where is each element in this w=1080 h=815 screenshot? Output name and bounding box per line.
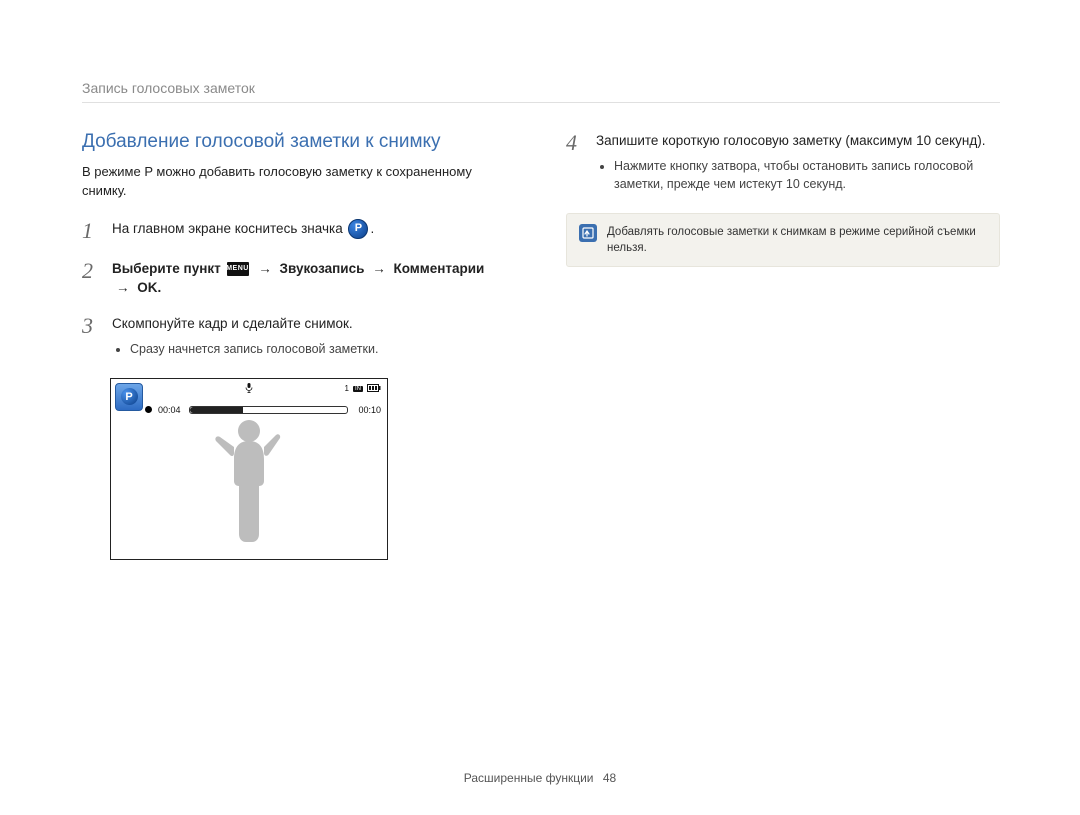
person-silhouette-icon — [214, 417, 284, 557]
step1-prefix: На главном экране коснитесь значка — [112, 221, 343, 236]
in-label: IN — [353, 386, 363, 392]
page-footer: Расширенные функции 48 — [0, 771, 1080, 785]
record-dot-icon — [145, 406, 152, 413]
step3-text: Скомпонуйте кадр и сделайте снимок. — [112, 316, 353, 331]
step2-prefix: Выберите пункт — [112, 261, 221, 276]
note-text: Добавлять голосовые заметки к снимкам в … — [607, 224, 987, 256]
note-info-icon — [579, 224, 597, 242]
step-1: 1 На главном экране коснитесь значка P . — [82, 219, 516, 243]
list-item: Сразу начнется запись голосовой заметки. — [130, 340, 516, 358]
p-mode-icon: P — [348, 219, 368, 239]
step-number: 2 — [82, 259, 100, 298]
progress-track — [189, 406, 349, 414]
right-column: 4 Запишите короткую голосовую заметку (м… — [566, 131, 1000, 560]
arrow-icon: → — [372, 261, 386, 276]
path-soundrec: Звукозапись — [280, 261, 365, 276]
arrow-icon: → — [258, 261, 272, 276]
step-text: Выберите пункт MENU → Звукозапись → Комм… — [112, 259, 516, 298]
section-title: Добавление голосовой заметки к снимку — [82, 131, 516, 153]
step3-bullets: Сразу начнется запись голосовой заметки. — [112, 340, 516, 358]
total-time: 00:10 — [358, 405, 381, 415]
list-item: Нажмите кнопку затвора, чтобы остановить… — [614, 157, 1000, 193]
two-column-layout: Добавление голосовой заметки к снимку В … — [82, 131, 1000, 560]
path-comments: Комментарии — [393, 261, 484, 276]
left-column: Добавление голосовой заметки к снимку В … — [82, 131, 516, 560]
breadcrumb: Запись голосовых заметок — [82, 80, 1000, 103]
progress-fill — [190, 407, 244, 413]
step-4: 4 Запишите короткую голосовую заметку (м… — [566, 131, 1000, 197]
ok-label: OK — [137, 280, 157, 295]
step4-bullets: Нажмите кнопку затвора, чтобы остановить… — [596, 157, 1000, 193]
p-mode-button-icon: P — [115, 383, 143, 411]
shot-count: 1 — [345, 384, 349, 393]
step-2: 2 Выберите пункт MENU → Звукозапись → Ко… — [82, 259, 516, 298]
step-number: 3 — [82, 314, 100, 362]
footer-section: Расширенные функции — [464, 771, 594, 785]
arrow-icon: → — [116, 280, 130, 295]
note-box: Добавлять голосовые заметки к снимкам в … — [566, 213, 1000, 267]
camera-screenshot: P 1 IN 00:04 0 — [110, 378, 388, 560]
step-3: 3 Скомпонуйте кадр и сделайте снимок. Ср… — [82, 314, 516, 362]
elapsed-time: 00:04 — [158, 405, 181, 415]
step-text: Запишите короткую голосовую заметку (мак… — [596, 131, 1000, 197]
page-number: 48 — [603, 771, 616, 785]
step1-suffix: . — [370, 221, 374, 236]
step4-text: Запишите короткую голосовую заметку (мак… — [596, 133, 986, 148]
step-number: 1 — [82, 219, 100, 243]
manual-page: Запись голосовых заметок Добавление голо… — [0, 0, 1080, 815]
step-number: 4 — [566, 131, 584, 197]
period: . — [158, 280, 162, 295]
step-text: На главном экране коснитесь значка P . — [112, 219, 516, 243]
battery-icon — [367, 384, 381, 394]
camera-status-row: 1 IN — [145, 384, 381, 394]
step-text: Скомпонуйте кадр и сделайте снимок. Сраз… — [112, 314, 516, 362]
menu-icon: MENU — [227, 262, 249, 276]
intro-paragraph: В режиме P можно добавить голосовую заме… — [82, 163, 516, 201]
